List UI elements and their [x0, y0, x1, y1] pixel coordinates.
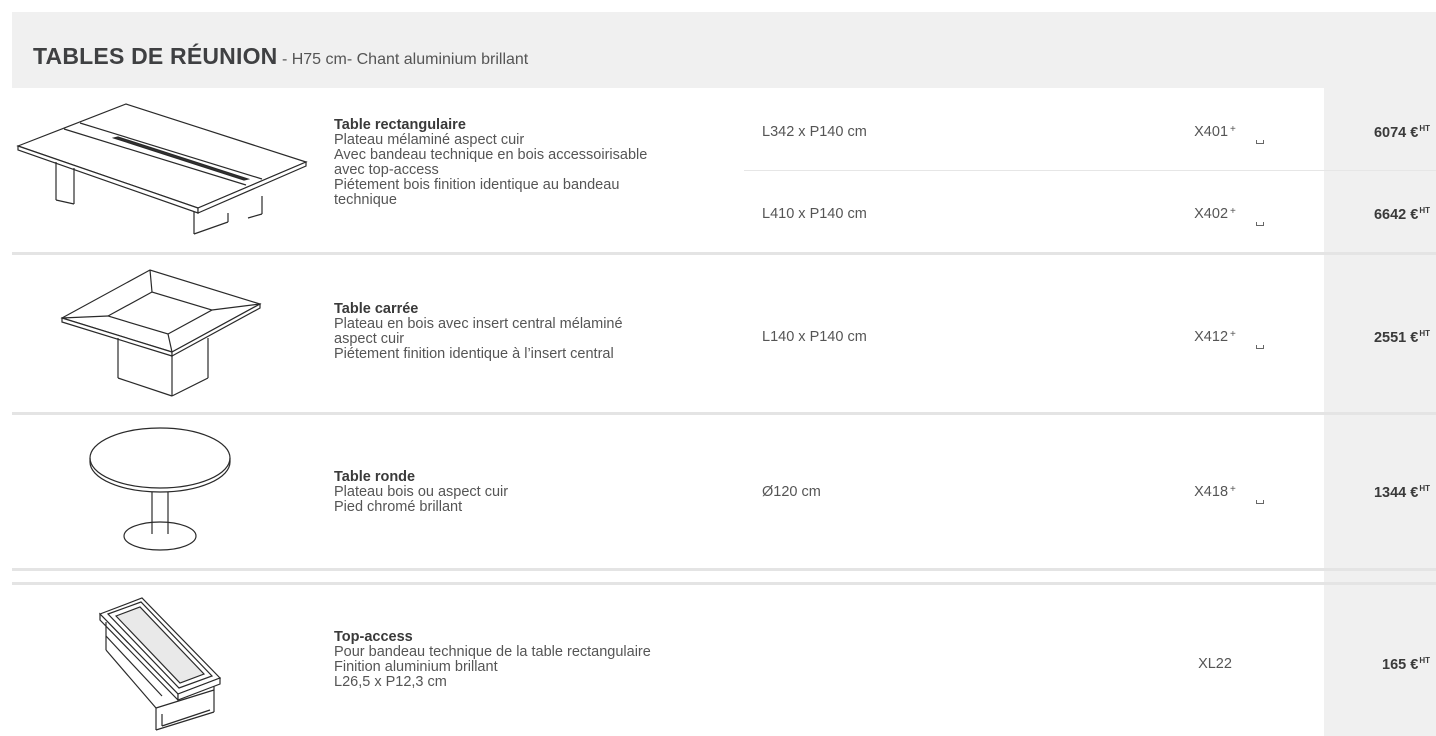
price-value: 165 €	[1382, 657, 1419, 673]
plus-icon: +	[1230, 124, 1236, 135]
row-divider	[12, 582, 1436, 585]
row-divider	[12, 412, 1436, 415]
product-name: Table carrée	[334, 301, 419, 317]
reference-code: X402	[1194, 206, 1229, 222]
product-price: 6074 €HT	[1324, 124, 1430, 141]
product-description-line: aspect cuir	[334, 331, 405, 347]
row-divider	[12, 568, 1436, 571]
price-value: 1344 €	[1373, 485, 1419, 501]
product-description-line: Plateau bois ou aspect cuir	[334, 484, 509, 500]
section-title: TABLES DE RÉUNION - H75 cm- Chant alumin…	[33, 42, 528, 74]
product-description-rectangular: Table rectangulaire Plateau mélaminé asp…	[334, 118, 647, 208]
price-column-background	[1324, 12, 1436, 736]
price-value: 6074 €	[1373, 125, 1419, 141]
space-icon	[1256, 345, 1264, 349]
plus-icon: +	[1230, 329, 1236, 340]
product-dimensions: Ø120 cm	[762, 484, 821, 500]
variant-divider	[744, 170, 1436, 171]
plus-icon: +	[1230, 206, 1236, 217]
reference-code: XL22	[1198, 656, 1232, 672]
round-table-icon	[88, 426, 234, 554]
space-icon	[1256, 140, 1264, 144]
product-name: Table ronde	[334, 469, 416, 485]
product-name: Top-access	[334, 629, 413, 645]
price-suffix: HT	[1419, 656, 1430, 665]
product-price: 1344 €HT	[1324, 484, 1430, 501]
product-name: Table rectangulaire	[334, 117, 466, 133]
square-table-icon	[60, 268, 262, 398]
price-suffix: HT	[1419, 484, 1430, 493]
row-divider	[12, 252, 1436, 255]
product-price: 6642 €HT	[1324, 206, 1430, 223]
product-description-line: L26,5 x P12,3 cm	[334, 674, 447, 690]
top-access-icon	[96, 596, 228, 734]
product-reference: X418 +	[1150, 484, 1280, 504]
price-value: 6642 €	[1373, 207, 1419, 223]
product-description-line: Pied chromé brillant	[334, 499, 463, 515]
product-description-line: Plateau mélaminé aspect cuir	[334, 132, 525, 148]
product-price: 2551 €HT	[1324, 329, 1430, 346]
product-description-square: Table carrée Plateau en bois avec insert…	[334, 302, 623, 362]
product-description-line: avec top-access	[334, 162, 439, 178]
rectangular-table-icon	[16, 100, 308, 240]
product-price: 165 €HT	[1324, 656, 1430, 673]
product-dimensions: L342 x P140 cm	[762, 124, 867, 140]
reference-code: X412	[1194, 329, 1229, 345]
product-reference: X412 +	[1150, 329, 1280, 349]
price-value: 2551 €	[1373, 330, 1419, 346]
product-reference: X401 +	[1150, 124, 1280, 144]
product-reference: X402 +	[1150, 206, 1280, 226]
product-description-line: technique	[334, 192, 397, 208]
product-description-line: Piétement bois finition identique au ban…	[334, 177, 620, 193]
product-reference: XL22	[1150, 656, 1280, 672]
product-description-line: Pour bandeau technique de la table recta…	[334, 644, 651, 660]
product-dimensions: L410 x P140 cm	[762, 206, 867, 222]
product-description-line: Piétement finition identique à l’insert …	[334, 346, 614, 362]
product-description-line: Finition aluminium brillant	[334, 659, 498, 675]
product-description-round: Table ronde Plateau bois ou aspect cuir …	[334, 470, 508, 515]
section-heading: TABLES DE RÉUNION	[33, 43, 278, 69]
product-description-top-access: Top-access Pour bandeau technique de la …	[334, 630, 651, 690]
product-description-line: Plateau en bois avec insert central méla…	[334, 316, 623, 332]
price-suffix: HT	[1419, 124, 1430, 133]
space-icon	[1256, 222, 1264, 226]
price-suffix: HT	[1419, 329, 1430, 338]
title-separator: -	[277, 51, 292, 68]
space-icon	[1256, 500, 1264, 504]
product-description-line: Avec bandeau technique en bois accessoir…	[334, 147, 648, 163]
section-subtitle: H75 cm- Chant aluminium brillant	[291, 51, 529, 68]
product-dimensions: L140 x P140 cm	[762, 329, 867, 345]
plus-icon: +	[1230, 484, 1236, 495]
reference-code: X401	[1194, 124, 1229, 140]
price-suffix: HT	[1419, 206, 1430, 215]
reference-code: X418	[1194, 484, 1229, 500]
